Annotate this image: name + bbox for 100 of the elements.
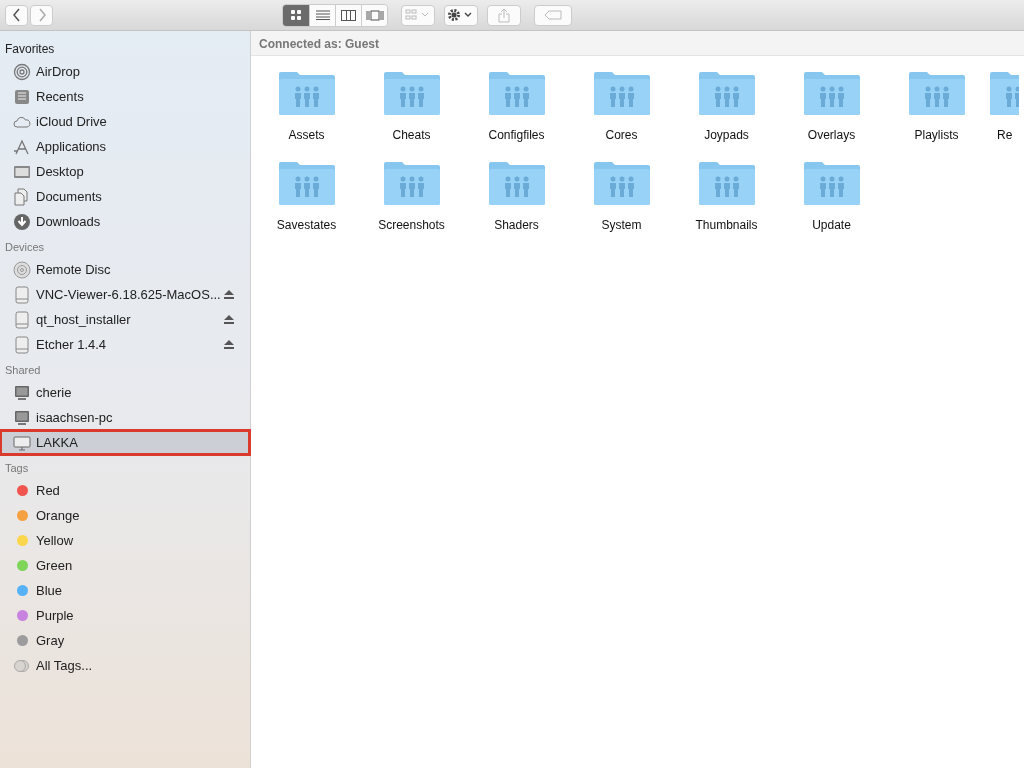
- all-tags-item[interactable]: All Tags...: [0, 653, 250, 678]
- item-label: VNC-Viewer-6.18.625-MacOS...: [36, 287, 221, 302]
- sidebar-item[interactable]: LAKKA: [0, 430, 250, 455]
- view-mode-control[interactable]: [282, 3, 388, 27]
- sidebar-item[interactable]: cherie: [0, 380, 250, 405]
- shared-folder-icon: [592, 70, 651, 116]
- folder-item[interactable]: Screenshots: [359, 160, 464, 232]
- folder-item[interactable]: Assets: [254, 70, 359, 142]
- folder-item[interactable]: Cores: [569, 70, 674, 142]
- sidebar-item[interactable]: Applications: [0, 134, 250, 159]
- section-header: Devices: [4, 240, 46, 255]
- tag-item[interactable]: Orange: [0, 503, 250, 528]
- item-label: AirDrop: [36, 64, 81, 79]
- folder-item[interactable]: Cheats: [359, 70, 464, 142]
- eject-icon[interactable]: [224, 290, 234, 299]
- sidebar-item[interactable]: iCloud Drive: [0, 109, 250, 134]
- item-label: Remote Disc: [36, 262, 111, 277]
- folder-name: Joypads: [704, 128, 749, 142]
- folder-name: Thumbnails: [695, 218, 758, 232]
- tag-icon: [544, 10, 562, 20]
- tray-icon: [13, 87, 31, 106]
- folder-item[interactable]: Thumbnails: [674, 160, 779, 232]
- list-view-button[interactable]: [309, 4, 335, 26]
- overlapping-circles-icon: [13, 658, 31, 673]
- monitor-icon: [13, 433, 31, 452]
- eject-icon[interactable]: [224, 340, 234, 349]
- item-label: Gray: [36, 633, 65, 648]
- computer-icon: [13, 408, 31, 427]
- folder-item[interactable]: Update: [779, 160, 884, 232]
- sidebar-item[interactable]: Remote Disc: [0, 257, 250, 282]
- sidebar-item[interactable]: Recents: [0, 84, 250, 109]
- item-label: cherie: [36, 385, 72, 400]
- tag-item[interactable]: Green: [0, 553, 250, 578]
- sidebar-item[interactable]: isaachsen-pc: [0, 405, 250, 430]
- sidebar-item[interactable]: VNC-Viewer-6.18.625-MacOS...: [0, 282, 250, 307]
- folder-name: Re: [996, 128, 1013, 142]
- shared-folder-icon: [382, 70, 441, 116]
- item-label: Yellow: [36, 533, 74, 548]
- drive-icon: [13, 310, 31, 329]
- shared-folder-icon: [697, 160, 756, 206]
- back-button[interactable]: [5, 4, 28, 26]
- shared-folder-icon: [487, 160, 546, 206]
- grid-icon: [290, 9, 302, 21]
- item-label: All Tags...: [36, 658, 93, 673]
- folder-item[interactable]: Shaders: [464, 160, 569, 232]
- tag-item[interactable]: Yellow: [0, 528, 250, 553]
- eject-icon[interactable]: [224, 315, 234, 324]
- item-label: Downloads: [36, 214, 101, 229]
- section-header: Tags: [4, 461, 30, 476]
- disc-icon: [13, 260, 31, 279]
- folder-name: Savestates: [276, 218, 337, 232]
- item-label: Red: [36, 483, 60, 498]
- sidebar-item[interactable]: qt_host_installer: [0, 307, 250, 332]
- item-label: iCloud Drive: [36, 114, 107, 129]
- section-header: Favorites: [4, 41, 56, 58]
- folder-item[interactable]: Playlists: [884, 70, 989, 142]
- columns-view-button[interactable]: [335, 4, 361, 26]
- shared-folder-icon: [277, 70, 336, 116]
- item-label: isaachsen-pc: [36, 410, 113, 425]
- shared-folder-icon: [382, 160, 441, 206]
- shared-folder-icon: [907, 70, 966, 116]
- folder-name: Playlists: [914, 128, 959, 142]
- chevron-right-icon: [36, 8, 47, 22]
- drive-icon: [13, 335, 31, 354]
- tag-item[interactable]: Red: [0, 478, 250, 503]
- tag-item[interactable]: Blue: [0, 578, 250, 603]
- action-button[interactable]: [444, 4, 478, 26]
- folder-name: Configfiles: [488, 128, 545, 142]
- item-label: Recents: [36, 89, 84, 104]
- icons-view-button[interactable]: [283, 4, 309, 26]
- shared-folder-icon: [802, 70, 861, 116]
- section-header: Shared: [4, 363, 42, 378]
- folder-item[interactable]: Re: [989, 70, 1019, 142]
- tag-item[interactable]: Purple: [0, 603, 250, 628]
- connection-header: Connected as: Guest: [251, 31, 1024, 56]
- shared-folder-icon: [592, 160, 651, 206]
- folder-name: Overlays: [807, 128, 856, 142]
- folder-name: System: [601, 218, 642, 232]
- share-icon: [498, 7, 510, 23]
- item-label: Purple: [36, 608, 74, 623]
- folder-item[interactable]: Joypads: [674, 70, 779, 142]
- item-label: Green: [36, 558, 73, 573]
- item-label: Blue: [36, 583, 63, 598]
- sidebar-item[interactable]: Desktop: [0, 159, 250, 184]
- tag-item[interactable]: Gray: [0, 628, 250, 653]
- sidebar-item[interactable]: AirDrop: [0, 59, 250, 84]
- item-label: Applications: [36, 139, 107, 154]
- folder-item[interactable]: System: [569, 160, 674, 232]
- sidebar-item[interactable]: Downloads: [0, 209, 250, 234]
- chevron-left-icon: [11, 8, 22, 22]
- folder-name: Assets: [288, 128, 325, 142]
- airdrop-icon: [13, 62, 31, 81]
- sidebar-item[interactable]: Etcher 1.4.4: [0, 332, 250, 357]
- folder-item[interactable]: Overlays: [779, 70, 884, 142]
- folder-name: Screenshots: [378, 218, 445, 232]
- documents-icon: [13, 187, 31, 206]
- folder-item[interactable]: Configfiles: [464, 70, 569, 142]
- sidebar-item[interactable]: Documents: [0, 184, 250, 209]
- shared-folder-icon: [802, 160, 861, 206]
- folder-item[interactable]: Savestates: [254, 160, 359, 232]
